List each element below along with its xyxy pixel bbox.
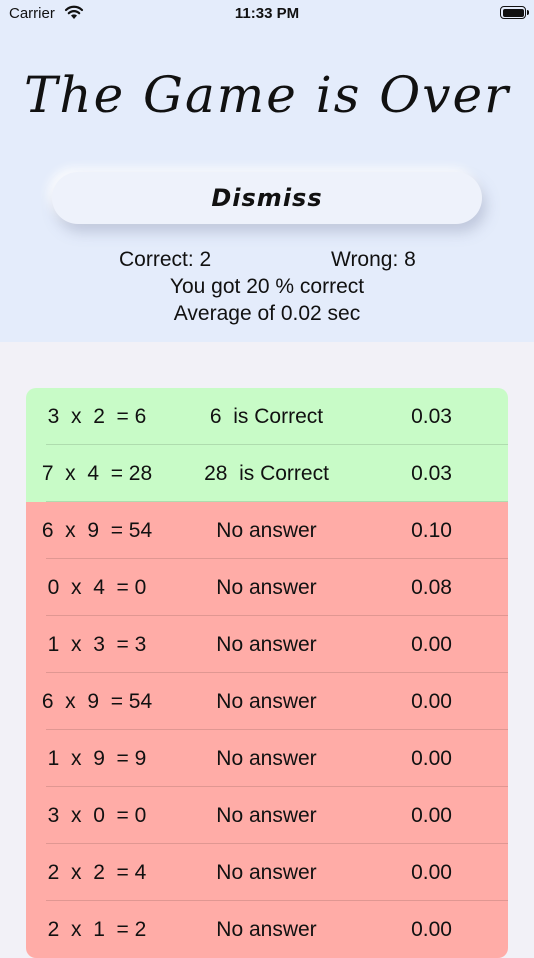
- correct-count: Correct: 2: [119, 248, 212, 271]
- result-time: 0.00: [411, 633, 452, 656]
- result-row: 2 x 2 = 4 No answer 0.00: [26, 844, 508, 901]
- clock: 11:33 PM: [234, 5, 300, 22]
- dismiss-button[interactable]: Dismiss: [52, 172, 482, 224]
- result-row: 6 x 9 = 54 No answer 0.00: [26, 673, 508, 730]
- result-equation: 2 x 2 = 4: [47, 861, 147, 884]
- result-row: 0 x 4 = 0 No answer 0.08: [26, 559, 508, 616]
- result-equation: 2 x 1 = 2: [47, 918, 147, 941]
- result-time: 0.00: [411, 690, 452, 713]
- result-answer: No answer: [216, 633, 317, 656]
- result-row: 2 x 1 = 2 No answer 0.00: [26, 901, 508, 958]
- result-row: 3 x 2 = 6 6 is Correct 0.03: [26, 388, 508, 445]
- result-time: 0.00: [411, 918, 452, 941]
- result-time: 0.03: [411, 462, 452, 485]
- percent-correct: You got 20 % correct: [169, 275, 365, 298]
- result-time: 0.00: [411, 861, 452, 884]
- results-list: 3 x 2 = 6 6 is Correct 0.03 7 x 4 = 28 28 is…: [26, 388, 508, 958]
- result-equation: 3 x 0 = 0: [47, 804, 147, 827]
- result-answer: 6 is Correct: [209, 405, 324, 428]
- result-answer: 28 is Correct: [204, 462, 329, 485]
- result-time: 0.00: [411, 804, 452, 827]
- result-equation: 3 x 2 = 6: [47, 405, 147, 428]
- result-time: 0.00: [411, 747, 452, 770]
- result-time: 0.03: [411, 405, 452, 428]
- result-equation: 6 x 9 = 54: [41, 519, 153, 542]
- result-row: 1 x 9 = 9 No answer 0.00: [26, 730, 508, 787]
- header-panel: Carrier 11:33 PM The Game is Over Dismis…: [0, 0, 534, 342]
- result-time: 0.08: [411, 576, 452, 599]
- result-equation: 7 x 4 = 28: [41, 462, 153, 485]
- result-answer: No answer: [216, 747, 317, 770]
- average-time: Average of 0.02 sec: [173, 302, 361, 325]
- result-row: 7 x 4 = 28 28 is Correct 0.03: [26, 445, 508, 502]
- result-answer: No answer: [216, 576, 317, 599]
- result-equation: 6 x 9 = 54: [41, 690, 153, 713]
- result-equation: 1 x 9 = 9: [47, 747, 147, 770]
- result-answer: No answer: [216, 519, 317, 542]
- result-answer: No answer: [216, 804, 317, 827]
- result-row: 1 x 3 = 3 No answer 0.00: [26, 616, 508, 673]
- page-title: The Game is Over: [24, 66, 510, 124]
- wrong-count: Wrong: 8: [331, 248, 416, 271]
- result-answer: No answer: [216, 918, 317, 941]
- result-row: 6 x 9 = 54 No answer 0.10: [26, 502, 508, 559]
- result-answer: No answer: [216, 861, 317, 884]
- battery-icon: [500, 6, 529, 19]
- result-row: 3 x 0 = 0 No answer 0.00: [26, 787, 508, 844]
- result-equation: 0 x 4 = 0: [47, 576, 147, 599]
- status-bar: Carrier 11:33 PM: [0, 0, 534, 28]
- result-answer: No answer: [216, 690, 317, 713]
- result-time: 0.10: [411, 519, 452, 542]
- result-equation: 1 x 3 = 3: [47, 633, 147, 656]
